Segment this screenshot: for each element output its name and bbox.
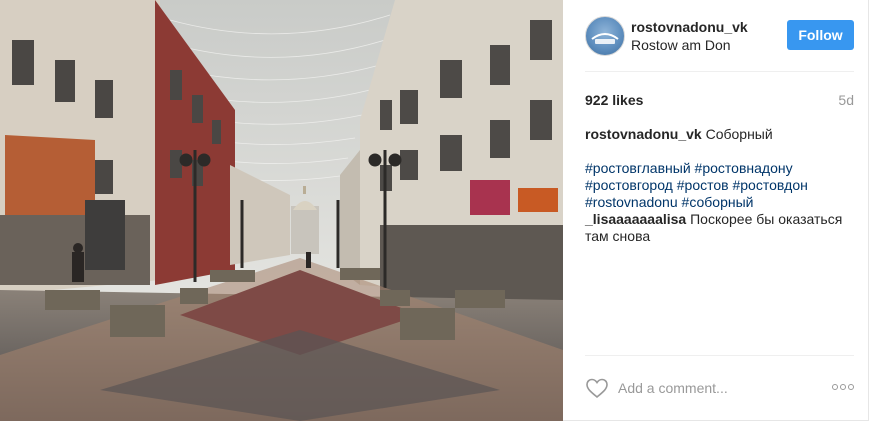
more-options-icon[interactable]: [832, 380, 854, 394]
more-dot: [840, 384, 846, 390]
comment-username[interactable]: _lisaaaaaaalisa: [585, 211, 686, 227]
more-dot: [832, 384, 838, 390]
caption-username[interactable]: rostovnadonu_vk: [585, 126, 702, 142]
avatar-logo-icon: [591, 33, 619, 44]
avatar[interactable]: [585, 16, 625, 56]
hashtag-link[interactable]: #ростовглавный: [585, 160, 691, 176]
post-location[interactable]: Rostow am Don: [631, 37, 731, 53]
more-dot: [848, 384, 854, 390]
comment-list: rostovnadonu_vk Соборный #ростовглавный …: [585, 126, 850, 262]
header-divider: [585, 71, 854, 72]
post-photo[interactable]: [0, 0, 563, 421]
post-age[interactable]: 5d: [838, 92, 854, 108]
post-header: rostovnadonu_vk Rostow am Don Follow: [585, 16, 854, 56]
hashtag-link[interactable]: #соборный: [682, 194, 754, 210]
street-scene-image: [0, 0, 563, 421]
hashtag-link[interactable]: #ростовгород: [585, 177, 673, 193]
follow-button[interactable]: Follow: [787, 20, 854, 50]
caption-hashtags: #ростовглавный #ростовнадону #ростовгоро…: [585, 160, 850, 211]
likes-count[interactable]: 922 likes: [585, 92, 643, 108]
hashtag-link[interactable]: #ростовнадону: [695, 160, 793, 176]
heart-icon[interactable]: [585, 377, 609, 399]
post-side-panel: rostovnadonu_vk Rostow am Don Follow 922…: [563, 0, 868, 421]
post-author-username[interactable]: rostovnadonu_vk: [631, 19, 748, 35]
comment-item: _lisaaaaaaalisa Поскорее бы оказаться та…: [585, 211, 850, 245]
caption-text: Соборный: [701, 126, 773, 142]
hashtag-link[interactable]: #ростов: [677, 177, 729, 193]
hashtag-link[interactable]: #rostovnadonu: [585, 194, 678, 210]
instagram-post: rostovnadonu_vk Rostow am Don Follow 922…: [0, 0, 869, 421]
caption: rostovnadonu_vk Соборный: [585, 126, 850, 143]
hashtag-link[interactable]: #ростовдон: [732, 177, 807, 193]
actions-divider: [585, 355, 854, 356]
add-comment-input[interactable]: [618, 377, 798, 399]
